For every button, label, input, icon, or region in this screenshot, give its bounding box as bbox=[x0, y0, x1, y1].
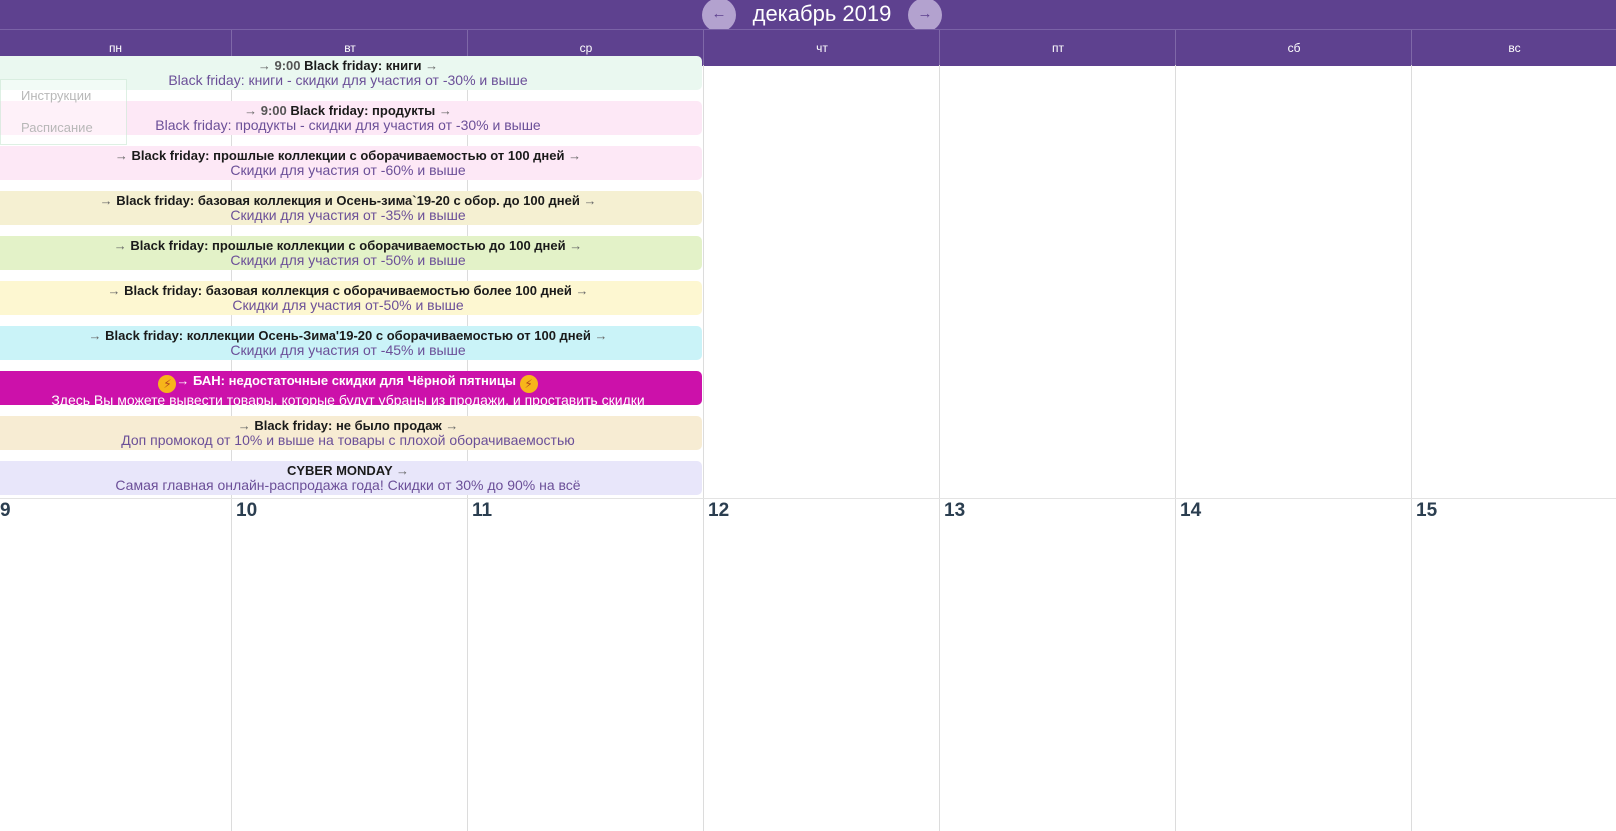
event-subtitle: Скидки для участия от -60% и выше bbox=[230, 162, 466, 178]
grid-line bbox=[939, 65, 940, 831]
arrow-right-icon: → bbox=[594, 328, 608, 343]
side-menu: Инструкции Расписание bbox=[0, 79, 127, 145]
event-title: Black friday: не было продаж bbox=[254, 418, 442, 433]
day-number[interactable]: 9 bbox=[0, 500, 11, 522]
arrow-right-icon: → bbox=[445, 418, 459, 433]
event-title-line: → Black friday: коллекции Осень-Зима'19-… bbox=[0, 329, 702, 343]
arrow-right-icon: → bbox=[107, 283, 121, 298]
event-title: Black friday: книги bbox=[304, 58, 422, 73]
day-number[interactable]: 13 bbox=[944, 500, 965, 522]
grid-line bbox=[703, 65, 704, 831]
weekday-thu: чт bbox=[703, 30, 940, 66]
arrow-right-icon: → bbox=[113, 238, 127, 253]
menu-item-instructions[interactable]: Инструкции bbox=[21, 88, 91, 103]
arrow-right-icon: → bbox=[114, 148, 128, 163]
arrow-right-icon: → bbox=[425, 58, 439, 73]
event-subtitle: Самая главная онлайн-распродажа года! Ск… bbox=[115, 477, 581, 493]
event-subtitle: Здесь Вы можете вывести товары, которые … bbox=[51, 392, 645, 405]
event-subtitle: Скидки для участия от-50% и выше bbox=[232, 297, 464, 313]
event-title: Black friday: прошлые коллекции с оборач… bbox=[131, 148, 565, 163]
event-title-line: → Black friday: не было продаж → bbox=[0, 419, 702, 433]
event-time: 9:00 bbox=[274, 58, 301, 73]
day-number[interactable]: 15 bbox=[1416, 500, 1437, 522]
weekday-sun: вс bbox=[1411, 30, 1616, 66]
event-bar[interactable]: → Black friday: коллекции Осень-Зима'19-… bbox=[0, 326, 702, 360]
event-subtitle: Доп промокод от 10% и выше на товары с п… bbox=[121, 432, 575, 448]
event-bar-ban[interactable]: ⚡ → БАН: недостаточные скидки для Чёрной … bbox=[0, 371, 702, 405]
lightning-icon: ⚡ bbox=[519, 375, 538, 393]
arrow-right-icon: → bbox=[244, 103, 258, 118]
month-title: декабрь 2019 bbox=[752, 1, 892, 26]
event-title: Black friday: продукты bbox=[290, 103, 436, 118]
arrow-right-icon: → bbox=[438, 103, 452, 118]
month-header: ← декабрь 2019 → bbox=[0, 0, 1616, 32]
weekday-fri: пт bbox=[939, 30, 1176, 66]
event-subtitle: Скидки для участия от -35% и выше bbox=[230, 207, 466, 223]
day-number[interactable]: 10 bbox=[236, 500, 257, 522]
weekday-sat: сб bbox=[1175, 30, 1412, 66]
menu-item-schedule[interactable]: Расписание bbox=[21, 120, 93, 135]
event-title: Black friday: прошлые коллекции с оборач… bbox=[130, 238, 566, 253]
event-title-line: → Black friday: базовая коллекция и Осен… bbox=[0, 194, 702, 208]
event-title: Black friday: базовая коллекция с оборач… bbox=[124, 283, 572, 298]
grid-line bbox=[1411, 65, 1412, 831]
event-bar[interactable]: → Black friday: прошлые коллекции с обор… bbox=[0, 146, 702, 180]
event-title: БАН: недостаточные скидки для Чёрной пят… bbox=[193, 373, 516, 388]
day-number[interactable]: 12 bbox=[708, 500, 729, 522]
event-title-line: → Black friday: прошлые коллекции с обор… bbox=[0, 239, 702, 253]
event-title-line: ⚡ → БАН: недостаточные скидки для Чёрной … bbox=[0, 374, 702, 393]
arrow-right-icon: → bbox=[257, 58, 271, 73]
arrow-right-icon: → bbox=[569, 238, 583, 253]
day-number[interactable]: 14 bbox=[1180, 500, 1201, 522]
event-bar[interactable]: → Black friday: не было продаж → Доп пром… bbox=[0, 416, 702, 450]
event-subtitle: Скидки для участия от -50% и выше bbox=[230, 252, 466, 268]
day-number[interactable]: 11 bbox=[472, 500, 492, 522]
event-bar[interactable]: → Black friday: базовая коллекция с обор… bbox=[0, 281, 702, 315]
event-title: Black friday: коллекции Осень-Зима'19-20… bbox=[105, 328, 591, 343]
event-subtitle: Скидки для участия от -45% и выше bbox=[230, 342, 466, 358]
event-bar[interactable]: → Black friday: базовая коллекция и Осен… bbox=[0, 191, 702, 225]
arrow-right-icon: → bbox=[176, 373, 190, 388]
event-title-line: → Black friday: базовая коллекция с обор… bbox=[0, 284, 702, 298]
event-title-line: → 9:00 Black friday: книги → bbox=[0, 59, 702, 73]
arrow-right-icon: → bbox=[575, 283, 589, 298]
arrow-right-icon: → bbox=[568, 148, 582, 163]
arrow-right-icon: → bbox=[237, 418, 251, 433]
event-title: CYBER MONDAY bbox=[286, 463, 393, 478]
event-title: Black friday: базовая коллекция и Осень-… bbox=[116, 193, 580, 208]
arrow-right-icon: → bbox=[88, 328, 102, 343]
week-divider bbox=[0, 498, 1616, 499]
arrow-right-icon: → bbox=[396, 463, 410, 478]
arrow-right-icon: → bbox=[99, 193, 113, 208]
event-bar[interactable]: CYBER MONDAY → Самая главная онлайн-распр… bbox=[0, 461, 702, 495]
arrow-right-icon: → bbox=[917, 5, 933, 22]
arrow-right-icon: → bbox=[583, 193, 597, 208]
event-title-line: → Black friday: прошлые коллекции с обор… bbox=[0, 149, 702, 163]
lightning-icon: ⚡ bbox=[158, 375, 177, 393]
grid-line bbox=[1175, 65, 1176, 831]
event-time: 9:00 bbox=[260, 103, 287, 118]
event-bar[interactable]: → Black friday: прошлые коллекции с обор… bbox=[0, 236, 702, 270]
event-title-line: CYBER MONDAY → bbox=[0, 464, 702, 478]
